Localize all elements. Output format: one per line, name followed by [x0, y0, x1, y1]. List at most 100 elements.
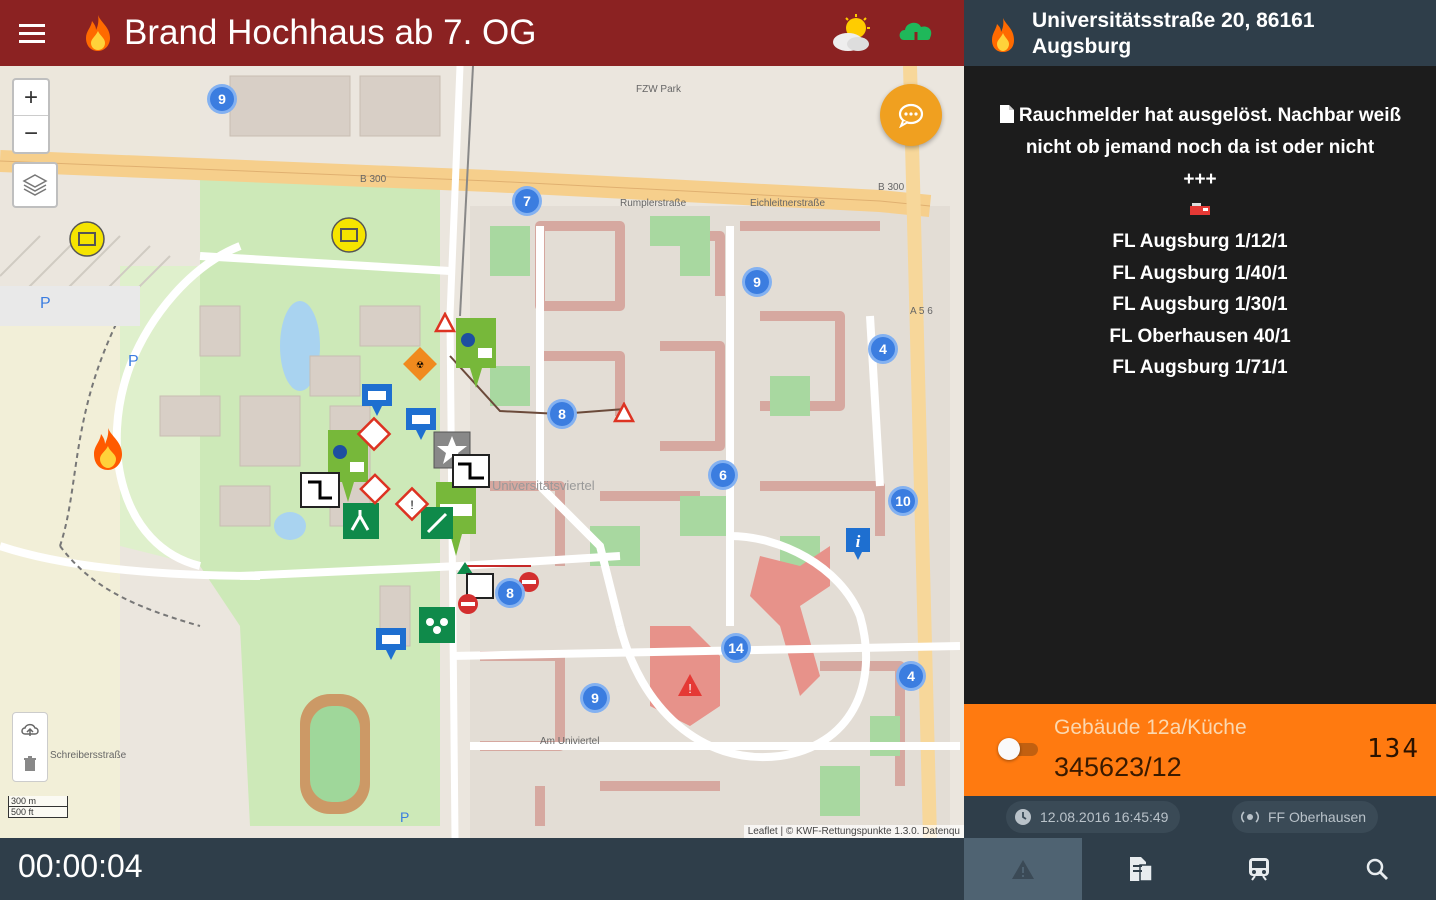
map-attribution[interactable]: Leaflet | © KWF-Rettungspunkte 1.3.0. Da…: [743, 825, 964, 838]
marker-cluster[interactable]: 6: [708, 460, 738, 490]
clock-icon: [1015, 809, 1031, 825]
street-label: B 300: [360, 174, 387, 185]
green-marker-icon[interactable]: [454, 318, 498, 390]
street-label: Schreibersstraße: [50, 750, 127, 761]
alarm-message: Rauchmelder hat ausgelöst. Nachbar weiß …: [964, 100, 1436, 164]
message-separator: +++: [1183, 169, 1217, 190]
document-icon: [999, 105, 1014, 123]
chat-button[interactable]: [880, 84, 942, 146]
map-view[interactable]: B 300 B 300 Rumplerstraße Eichleitnerstr…: [0, 66, 964, 838]
warning-triangle-icon[interactable]: [434, 312, 456, 334]
scale-imperial: 500 ft: [8, 807, 68, 818]
mission-title: Brand Hochhaus ab 7. OG: [124, 13, 537, 52]
connection-icon[interactable]: [452, 454, 490, 488]
marker-cluster[interactable]: 4: [868, 334, 898, 364]
svg-text:!: !: [688, 681, 692, 696]
marker-cluster[interactable]: 9: [207, 84, 237, 114]
street-label: Eichleitnerstraße: [750, 198, 825, 209]
connection-icon[interactable]: [300, 472, 340, 508]
zoom-control: + −: [12, 78, 50, 154]
fire-icon: [992, 18, 1014, 52]
unit-item: FL Augsburg 1/40/1: [1112, 262, 1288, 284]
train-icon: [1249, 858, 1269, 881]
svg-text:!: !: [410, 498, 413, 512]
unit-item: FL Augsburg 1/30/1: [1112, 294, 1288, 315]
panel-header: Universitätsstraße 20, 86161 Augsburg: [964, 0, 1436, 66]
zoom-out-button[interactable]: −: [14, 116, 48, 152]
delete-button[interactable]: [13, 747, 47, 781]
timestamp-text: 12.08.2016 16:45:49: [1040, 809, 1169, 825]
marker-cluster[interactable]: 10: [888, 486, 918, 516]
marker-cluster[interactable]: 8: [495, 578, 525, 608]
scale-metric: 300 m: [8, 796, 68, 807]
street-label: B 300: [878, 182, 905, 193]
street-label: A 5 6: [910, 306, 933, 317]
object-code: 134: [1367, 734, 1420, 764]
marker-cluster[interactable]: 7: [512, 186, 542, 216]
bottom-tabs: [964, 838, 1436, 900]
bottom-bar: 00:00:04: [0, 838, 964, 900]
tab-vehicles[interactable]: [1200, 838, 1318, 900]
warning-diamond-icon[interactable]: [356, 416, 392, 452]
emergency-exit-icon[interactable]: [342, 502, 380, 540]
marker-cluster[interactable]: 9: [580, 683, 610, 713]
warning-diamond-icon[interactable]: !: [394, 486, 430, 522]
cloud-sync-icon[interactable]: [896, 16, 936, 54]
layers-button[interactable]: [12, 162, 58, 208]
toggle-knob: [998, 738, 1020, 760]
object-status-bar: Gebäude 12a/Küche 345623/12 134: [964, 704, 1436, 796]
hydrant-icon[interactable]: [68, 220, 106, 258]
fire-department-marker-icon[interactable]: [374, 626, 408, 662]
search-icon: [1366, 858, 1388, 880]
hazard-diamond-icon[interactable]: ☢: [402, 346, 438, 382]
svg-text:i: i: [856, 532, 861, 551]
tab-incident[interactable]: [964, 838, 1082, 900]
radio-icon: [1240, 811, 1260, 823]
svg-text:☢: ☢: [416, 360, 424, 370]
tab-documents[interactable]: [1082, 838, 1200, 900]
unit-item: FL Oberhausen 40/1: [1109, 325, 1291, 347]
marker-cluster[interactable]: 9: [742, 267, 772, 297]
object-number: 345623/12: [1054, 752, 1182, 782]
map-tools: [12, 712, 48, 782]
timestamp-chip: 12.08.2016 16:45:49: [1006, 801, 1181, 833]
document-icon: [1130, 857, 1153, 882]
marker-cluster[interactable]: 4: [896, 661, 926, 691]
hydrant-icon[interactable]: [330, 216, 368, 254]
status-toggle[interactable]: [998, 738, 1040, 760]
assembly-point-icon[interactable]: [418, 606, 456, 644]
street-label: Am Univiertel: [540, 736, 599, 747]
cloud-upload-icon: [21, 723, 39, 736]
sun-cloud-icon[interactable]: [830, 14, 874, 54]
trash-icon: [24, 756, 36, 771]
station-chip: FF Oberhausen: [1232, 801, 1379, 833]
incident-meta: 12.08.2016 16:45:49 FF Oberhausen: [964, 796, 1436, 838]
cloud-upload-button[interactable]: [13, 713, 47, 747]
danger-triangle-icon[interactable]: !: [676, 672, 704, 698]
fire-icon: [86, 15, 110, 51]
station-text: FF Oberhausen: [1268, 809, 1367, 825]
incident-details: Rauchmelder hat ausgelöst. Nachbar weiß …: [964, 66, 1436, 704]
hamburger-menu-icon[interactable]: [0, 0, 64, 66]
fire-department-marker-icon[interactable]: [360, 382, 394, 418]
unit-item: FL Augsburg 1/12/1: [1112, 231, 1288, 252]
zoom-in-button[interactable]: +: [14, 80, 48, 116]
svg-text:P: P: [128, 353, 139, 370]
warning-diamond-icon[interactable]: [358, 472, 392, 506]
elapsed-timer: 00:00:04: [18, 848, 143, 884]
street-label: FZW Park: [636, 84, 682, 95]
fire-department-marker-icon[interactable]: [404, 406, 438, 442]
map-scale: 300 m 500 ft: [8, 796, 68, 818]
marker-cluster[interactable]: 8: [547, 399, 577, 429]
fire-truck-icon: [1190, 203, 1210, 215]
tab-search[interactable]: [1318, 838, 1436, 900]
district-label: Universitätsviertel: [492, 478, 595, 493]
marker-cluster[interactable]: 14: [721, 633, 751, 663]
warning-triangle-icon[interactable]: [613, 402, 635, 424]
app-header: Brand Hochhaus ab 7. OG: [0, 0, 964, 66]
unit-item: FL Augsburg 1/71/1: [1112, 357, 1288, 378]
incident-fire-icon[interactable]: [88, 426, 128, 472]
info-marker-icon[interactable]: i: [844, 526, 872, 562]
svg-text:P: P: [40, 295, 51, 312]
unit-list: FL Augsburg 1/12/1 FL Augsburg 1/40/1 FL…: [964, 226, 1436, 384]
